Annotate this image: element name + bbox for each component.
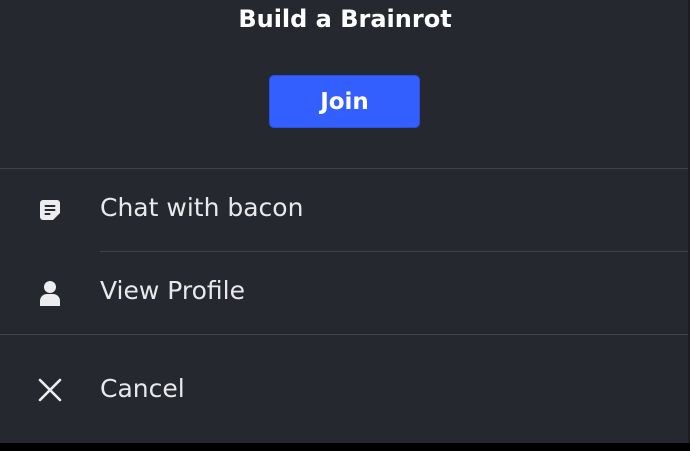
menu-item-view-profile[interactable]: View Profile (0, 252, 688, 334)
player-action-sheet: Build a Brainrot Join Chat with bacon Vi… (0, 0, 690, 443)
menu-item-chat[interactable]: Chat with bacon (0, 169, 688, 251)
menu-item-label: Chat with bacon (100, 193, 304, 222)
menu-item-cancel[interactable]: Cancel (0, 335, 688, 417)
game-title: Build a Brainrot (238, 5, 452, 33)
profile-icon (36, 279, 64, 307)
menu-item-label: View Profile (100, 276, 246, 305)
chat-icon (36, 196, 64, 224)
menu-item-label: Cancel (100, 374, 185, 403)
join-button[interactable]: Join (269, 75, 420, 128)
close-icon (36, 376, 64, 404)
